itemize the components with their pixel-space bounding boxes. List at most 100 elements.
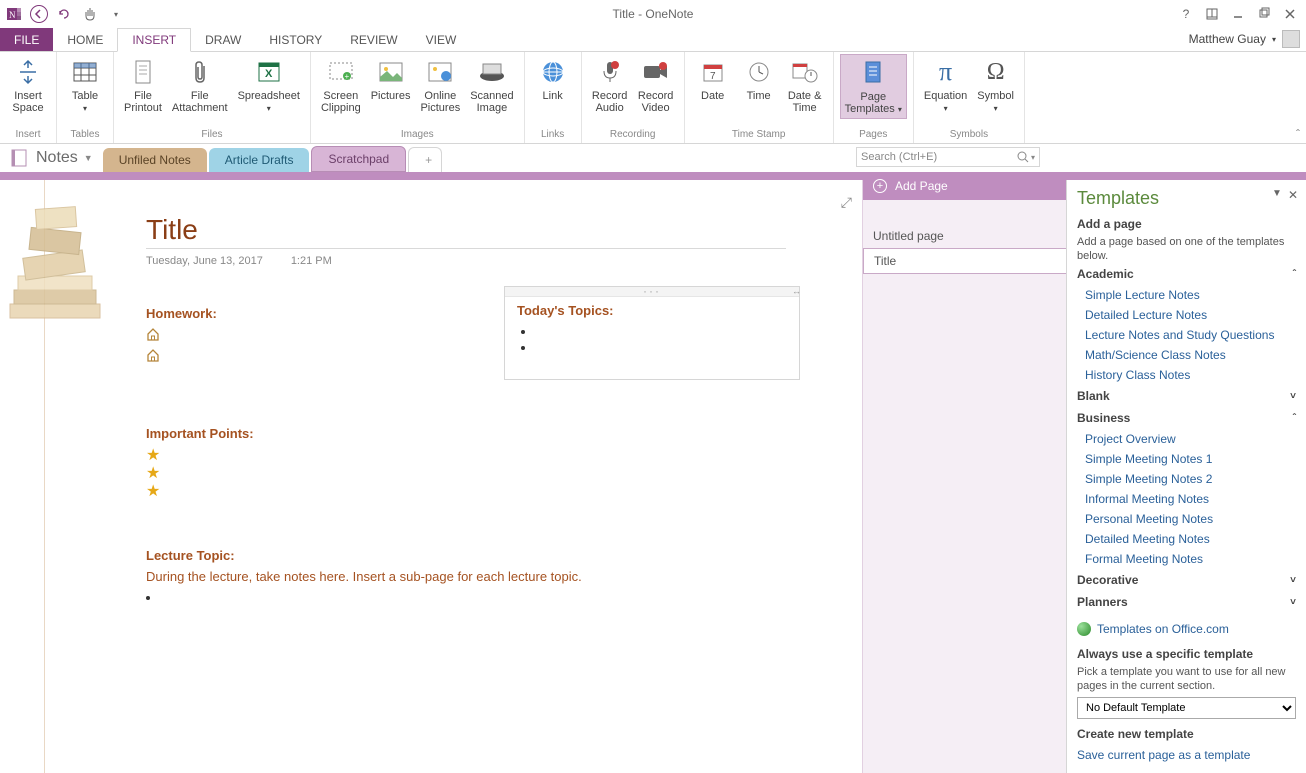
star-icon: ★: [146, 465, 254, 483]
qat-customize-icon[interactable]: ▾: [106, 4, 126, 24]
template-link[interactable]: Formal Meeting Notes: [1085, 549, 1296, 569]
template-category-business[interactable]: Businessˆ: [1077, 407, 1296, 429]
file-attachment-button[interactable]: File Attachment: [168, 54, 232, 116]
back-icon[interactable]: [30, 5, 48, 23]
expand-page-icon[interactable]: ⤢: [841, 194, 852, 211]
template-link[interactable]: Detailed Lecture Notes: [1085, 305, 1296, 325]
link-button[interactable]: Link: [531, 54, 575, 104]
record-audio-button[interactable]: Record Audio: [588, 54, 632, 116]
ribbon-display-icon[interactable]: [1200, 4, 1224, 24]
scanner-icon: [476, 56, 508, 88]
tab-home[interactable]: HOME: [53, 28, 117, 51]
template-link[interactable]: Lecture Notes and Study Questions: [1085, 325, 1296, 345]
equation-button[interactable]: πEquation▾: [920, 54, 971, 117]
avatar: [1282, 30, 1300, 48]
important-points-section[interactable]: Important Points: ★ ★ ★: [146, 426, 254, 501]
list-item[interactable]: [535, 340, 787, 356]
paperclip-icon: [184, 56, 216, 88]
template-category-planners[interactable]: Planners˅: [1077, 591, 1296, 613]
record-video-button[interactable]: Record Video: [634, 54, 678, 116]
tab-review[interactable]: REVIEW: [336, 28, 411, 51]
minimize-icon[interactable]: [1226, 4, 1250, 24]
default-template-select[interactable]: No Default Template: [1077, 697, 1296, 719]
template-category-blank[interactable]: Blank˅: [1077, 385, 1296, 407]
template-category-academic[interactable]: Academicˆ: [1077, 263, 1296, 285]
online-pictures-button[interactable]: Online Pictures: [416, 54, 464, 116]
globe-icon: [1077, 622, 1091, 636]
symbol-button[interactable]: ΩSymbol▾: [973, 54, 1018, 117]
template-link[interactable]: Simple Meeting Notes 2: [1085, 469, 1296, 489]
templates-office-link[interactable]: Templates on Office.com: [1097, 619, 1229, 639]
todays-topics-container[interactable]: ↔ Today's Topics:: [504, 286, 800, 380]
template-category-decorative[interactable]: Decorative˅: [1077, 569, 1296, 591]
tab-draw[interactable]: DRAW: [191, 28, 255, 51]
insert-space-button[interactable]: Insert Space: [6, 54, 50, 116]
template-link[interactable]: Project Overview: [1085, 429, 1296, 449]
container-drag-handle[interactable]: ↔: [505, 287, 799, 297]
tab-view[interactable]: VIEW: [412, 28, 471, 51]
page-list-item[interactable]: Title: [863, 248, 1067, 274]
table-button[interactable]: Table▾: [63, 54, 107, 117]
chevron-down-icon: ˅: [1290, 391, 1296, 402]
help-icon[interactable]: ?: [1174, 4, 1198, 24]
lecture-topic-section[interactable]: Lecture Topic: During the lecture, take …: [146, 548, 582, 604]
save-template-link[interactable]: Save current page as a template: [1077, 745, 1296, 765]
add-section-button[interactable]: +: [408, 147, 442, 172]
page-templates-button[interactable]: Page Templates ▾: [840, 54, 907, 119]
title-bar: N ▾ Title - OneNote ?: [0, 0, 1306, 28]
file-printout-icon: [127, 56, 159, 88]
table-icon: [69, 56, 101, 88]
microphone-icon: [594, 56, 626, 88]
section-tab-unfiled[interactable]: Unfiled Notes: [103, 148, 207, 172]
spreadsheet-button[interactable]: XSpreadsheet▾: [234, 54, 304, 117]
calendar-icon: 7: [697, 56, 729, 88]
homework-section[interactable]: Homework:: [146, 306, 217, 369]
pane-options-icon[interactable]: ▼: [1272, 188, 1282, 202]
date-time-button[interactable]: Date & Time: [783, 54, 827, 116]
close-pane-icon[interactable]: ✕: [1288, 188, 1298, 202]
touch-mode-icon[interactable]: [80, 4, 100, 24]
close-icon[interactable]: [1278, 4, 1302, 24]
list-item[interactable]: [160, 590, 582, 604]
notebook-selector[interactable]: Notes ▼: [0, 144, 103, 172]
maximize-icon[interactable]: [1252, 4, 1276, 24]
undo-icon[interactable]: [54, 4, 74, 24]
svg-text:N: N: [9, 10, 16, 20]
tab-history[interactable]: HISTORY: [255, 28, 336, 51]
template-link[interactable]: Simple Meeting Notes 1: [1085, 449, 1296, 469]
page-templates-icon: [857, 57, 889, 89]
plus-circle-icon: +: [873, 179, 887, 193]
tab-file[interactable]: FILE: [0, 28, 53, 51]
tab-insert[interactable]: INSERT: [117, 28, 191, 52]
search-icon: ▾: [1017, 151, 1035, 163]
books-decoration: [0, 194, 110, 344]
template-link[interactable]: Simple Lecture Notes: [1085, 285, 1296, 305]
screen-clipping-button[interactable]: +Screen Clipping: [317, 54, 365, 116]
page-canvas[interactable]: ⤢ Title Tuesday, June 13, 20171:21 PM Ho…: [0, 180, 862, 773]
page-title[interactable]: Title: [146, 214, 786, 249]
page-list-item[interactable]: Untitled page: [863, 224, 1066, 248]
template-link[interactable]: Personal Meeting Notes: [1085, 509, 1296, 529]
template-link[interactable]: Detailed Meeting Notes: [1085, 529, 1296, 549]
spreadsheet-icon: X: [253, 56, 285, 88]
template-link[interactable]: History Class Notes: [1085, 365, 1296, 385]
template-link[interactable]: Math/Science Class Notes: [1085, 345, 1296, 365]
date-time-icon: [789, 56, 821, 88]
section-tab-scratchpad[interactable]: Scratchpad: [311, 146, 406, 172]
file-printout-button[interactable]: File Printout: [120, 54, 166, 116]
time-button[interactable]: Time: [737, 54, 781, 104]
collapse-ribbon-icon[interactable]: ˆ: [1296, 127, 1300, 141]
section-tab-drafts[interactable]: Article Drafts: [209, 148, 310, 172]
date-button[interactable]: 7Date: [691, 54, 735, 104]
add-page-button[interactable]: + Add Page: [863, 172, 1066, 200]
template-link[interactable]: Informal Meeting Notes: [1085, 489, 1296, 509]
templates-pane: ▼ ✕ Templates Add a page Add a page base…: [1066, 180, 1306, 773]
window-title: Title - OneNote: [613, 7, 694, 21]
pictures-button[interactable]: Pictures: [367, 54, 415, 104]
ribbon: Insert Space Insert Table▾ Tables File P…: [0, 52, 1306, 144]
scanned-image-button[interactable]: Scanned Image: [466, 54, 517, 116]
search-input[interactable]: Search (Ctrl+E) ▾: [856, 147, 1040, 167]
list-item[interactable]: [535, 324, 787, 340]
user-account[interactable]: Matthew Guay ▾: [1189, 30, 1300, 48]
container-resize-icon[interactable]: ↔: [792, 286, 801, 296]
